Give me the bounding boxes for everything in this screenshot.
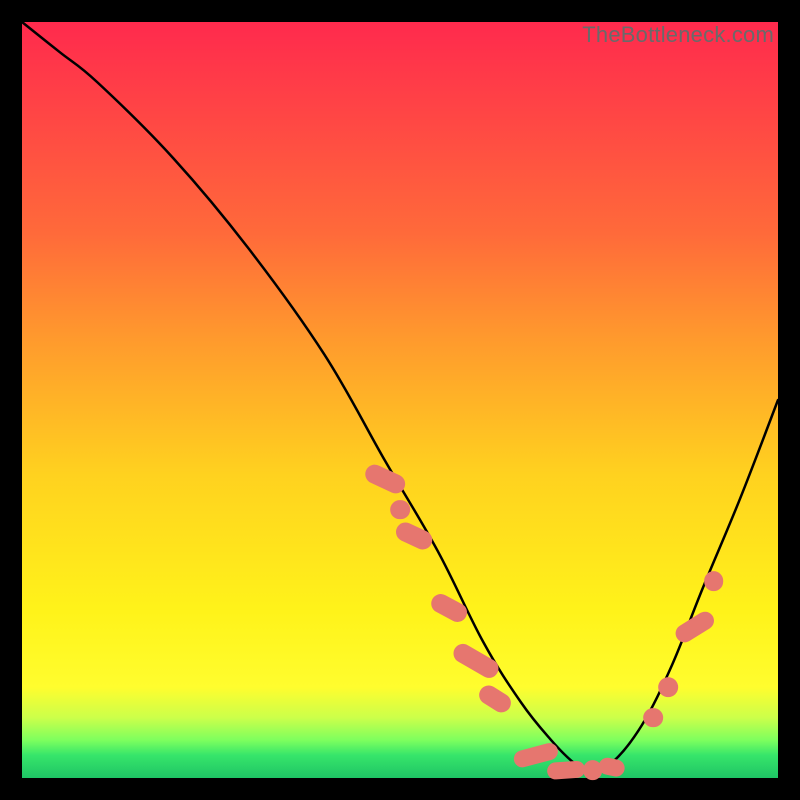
curve-path <box>22 22 778 770</box>
curve-marker <box>475 682 514 716</box>
curve-marker <box>362 462 408 497</box>
curve-marker <box>390 500 410 520</box>
curve-marker <box>672 608 717 645</box>
bottleneck-curve <box>22 22 778 778</box>
curve-marker <box>659 677 679 697</box>
curve-marker <box>643 708 663 728</box>
chart-frame: TheBottleneck.com <box>0 0 800 800</box>
curve-marker <box>704 572 724 592</box>
curve-marker <box>392 520 434 553</box>
curve-marker <box>547 761 586 780</box>
plot-area: TheBottleneck.com <box>22 22 778 778</box>
curve-marker <box>428 591 470 625</box>
attribution-label: TheBottleneck.com <box>582 22 774 48</box>
curve-marker <box>450 640 502 681</box>
